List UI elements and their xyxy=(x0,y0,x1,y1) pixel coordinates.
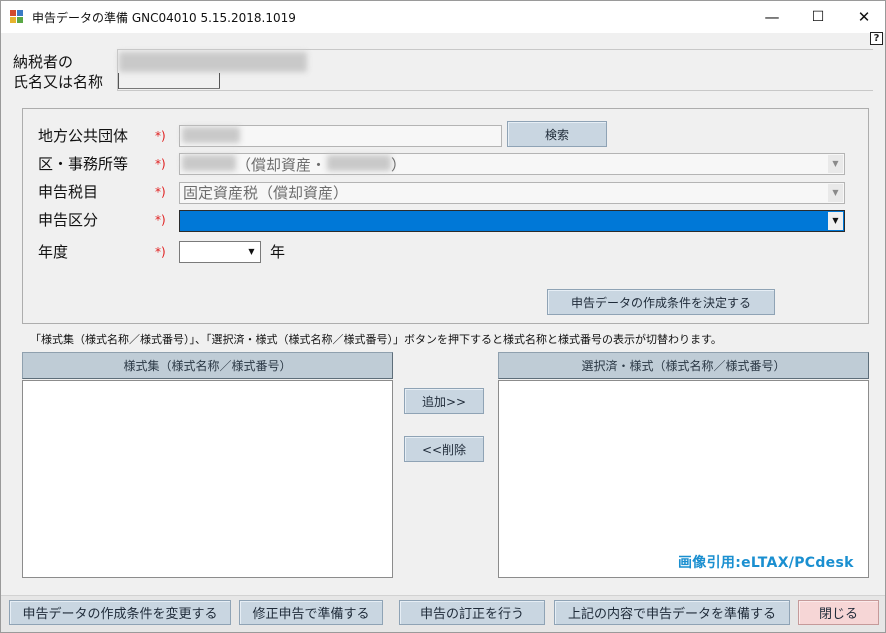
maximize-button[interactable]: ☐ xyxy=(795,1,841,32)
required-mark: *) xyxy=(155,213,166,227)
tax-item-value: 固定資産税（償却資産） xyxy=(183,184,349,202)
taxpayer-separator xyxy=(118,73,119,89)
local-gov-redacted xyxy=(182,127,240,143)
correction-button[interactable]: 申告の訂正を行う xyxy=(399,600,545,625)
chevron-down-icon: ▼ xyxy=(828,212,843,230)
watermark: 画像引用:eLTAX/PCdesk xyxy=(678,555,854,571)
taxpayer-label-line2: 氏名又は名称 xyxy=(13,73,104,91)
required-mark: *) xyxy=(155,157,166,171)
title-bar: 申告データの準備 GNC04010 5.15.2018.1019 — ☐ ✕ xyxy=(1,1,885,33)
chevron-down-icon: ▼ xyxy=(828,184,843,202)
declaration-type-label: 申告区分 xyxy=(38,211,99,229)
form-list[interactable] xyxy=(22,380,393,578)
taxpayer-underline xyxy=(119,88,220,89)
add-button[interactable]: 追加>> xyxy=(404,388,484,414)
window-title: 申告データの準備 GNC04010 5.15.2018.1019 xyxy=(32,11,296,25)
office-value: （償却資産・ xyxy=(236,156,327,174)
form-list-header-button[interactable]: 様式集（様式名称／様式番号） xyxy=(22,352,393,379)
amended-return-button[interactable]: 修正申告で準備する xyxy=(239,600,383,625)
fiscal-year-suffix: 年 xyxy=(270,243,286,261)
taxpayer-separator xyxy=(219,73,220,89)
change-conditions-button[interactable]: 申告データの作成条件を変更する xyxy=(9,600,231,625)
taxpayer-name-redacted xyxy=(119,52,307,72)
close-button[interactable]: 閉じる xyxy=(798,600,879,625)
fiscal-year-label: 年度 xyxy=(38,243,69,261)
required-mark: *) xyxy=(155,129,166,143)
search-button[interactable]: 検索 xyxy=(507,121,607,147)
minimize-button[interactable]: — xyxy=(749,1,795,32)
dialog-window: 申告データの準備 GNC04010 5.15.2018.1019 — ☐ ✕ ?… xyxy=(0,0,886,633)
close-window-button[interactable]: ✕ xyxy=(841,1,886,32)
declaration-type-select[interactable]: ▼ xyxy=(179,210,845,232)
remove-button[interactable]: <<削除 xyxy=(404,436,484,462)
tax-item-label: 申告税目 xyxy=(38,183,99,201)
office-redacted xyxy=(327,155,391,171)
office-label: 区・事務所等 xyxy=(38,155,129,173)
chevron-down-icon: ▼ xyxy=(244,243,259,261)
tax-item-select[interactable]: 固定資産税（償却資産） ▼ xyxy=(179,182,845,204)
local-gov-label: 地方公共団体 xyxy=(38,127,129,145)
app-icon xyxy=(10,10,24,24)
selected-form-list[interactable] xyxy=(498,380,869,578)
selected-list-header-button[interactable]: 選択済・様式（様式名称／様式番号） xyxy=(498,352,869,379)
required-mark: *) xyxy=(155,245,166,259)
office-value-end: ） xyxy=(391,156,407,174)
chevron-down-icon: ▼ xyxy=(828,155,843,173)
decide-conditions-button[interactable]: 申告データの作成条件を決定する xyxy=(547,289,775,315)
help-icon[interactable]: ? xyxy=(870,32,883,45)
fiscal-year-select[interactable]: ▼ xyxy=(179,241,261,263)
taxpayer-label-line1: 納税者の xyxy=(13,53,74,71)
office-redacted xyxy=(182,155,236,171)
required-mark: *) xyxy=(155,185,166,199)
prepare-data-button[interactable]: 上記の内容で申告データを準備する xyxy=(554,600,790,625)
hint-text: 「様式集（様式名称／様式番号）」、「選択済・様式（様式名称／様式番号）」ボタンを… xyxy=(30,333,722,346)
